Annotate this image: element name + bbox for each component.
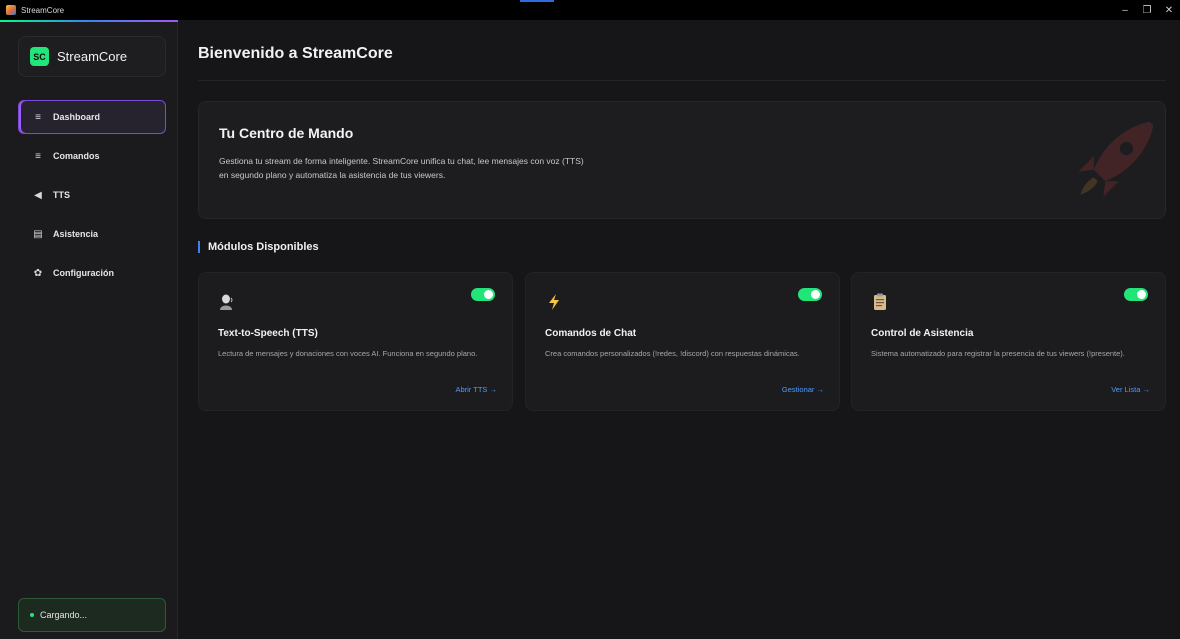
sidebar-nav: ≡ Dashboard ≡ Comandos ◀ TTS ▤ Asistenci…	[18, 100, 166, 295]
list-icon: ≡	[35, 150, 41, 162]
sidebar-item-dashboard[interactable]: ≡ Dashboard	[18, 100, 166, 134]
page-title: Bienvenido a StreamCore	[198, 45, 393, 62]
sidebar-item-label: Dashboard	[53, 112, 101, 122]
brand: SC StreamCore	[18, 36, 166, 77]
sidebar-item-configuracion[interactable]: ✿ Configuración	[18, 256, 166, 290]
module-card-asistencia: Control de Asistencia Sistema automatiza…	[851, 272, 1166, 411]
lightning-icon	[549, 294, 559, 310]
window-controls: – ❐ ✕	[1114, 0, 1180, 20]
sidebar-gradient-line	[0, 20, 178, 22]
manage-commands-link[interactable]: Gestionar →	[782, 385, 824, 394]
window-titlebar: StreamCore – ❐ ✕	[0, 0, 1180, 20]
view-list-link[interactable]: Ver Lista →	[1111, 385, 1150, 394]
tts-toggle[interactable]	[471, 288, 495, 301]
close-button[interactable]: ✕	[1158, 0, 1180, 20]
maximize-button[interactable]: ❐	[1136, 0, 1158, 20]
sidebar-item-label: Comandos	[53, 151, 100, 161]
hero-card: Tu Centro de Mando Gestiona tu stream de…	[198, 101, 1166, 219]
app-icon	[6, 5, 16, 15]
card-description: Lectura de mensajes y donaciones con voc…	[218, 349, 478, 358]
card-title: Comandos de Chat	[545, 328, 637, 339]
status-text: Cargando...	[40, 610, 88, 620]
sidebar-item-label: Asistencia	[53, 229, 99, 239]
hero-description: Gestiona tu stream de forma inteligente.…	[219, 156, 584, 180]
comandos-toggle[interactable]	[798, 288, 822, 301]
module-card-tts: Text-to-Speech (TTS) Lectura de mensajes…	[198, 272, 513, 411]
sidebar: SC StreamCore ≡ Dashboard ≡ Comandos ◀ T…	[0, 20, 178, 639]
minimize-button[interactable]: –	[1114, 0, 1136, 20]
module-card-comandos: Comandos de Chat Crea comandos personali…	[525, 272, 840, 411]
card-title: Control de Asistencia	[871, 328, 974, 339]
card-description: Crea comandos personalizados (!redes, !d…	[545, 349, 800, 358]
rocket-icon	[1078, 121, 1154, 197]
sidebar-item-label: Configuración	[53, 268, 114, 278]
card-title: Text-to-Speech (TTS)	[218, 328, 318, 339]
status-badge: Cargando...	[18, 598, 166, 632]
sidebar-item-asistencia[interactable]: ▤ Asistencia	[18, 217, 166, 251]
window-title: StreamCore	[21, 5, 65, 15]
brand-logo: SC	[30, 47, 49, 66]
titlebar-accent	[520, 0, 554, 2]
person-speaking-icon	[220, 294, 233, 310]
sidebar-item-tts[interactable]: ◀ TTS	[18, 178, 166, 212]
clipboard-icon: ▤	[33, 228, 43, 240]
brand-name: StreamCore	[57, 49, 128, 64]
main-content: Bienvenido a StreamCore Tu Centro de Man…	[178, 20, 1180, 639]
sidebar-item-label: TTS	[53, 190, 70, 200]
card-description: Sistema automatizado para registrar la p…	[871, 349, 1125, 358]
header-divider	[198, 80, 1166, 81]
sidebar-item-comandos[interactable]: ≡ Comandos	[18, 139, 166, 173]
hero-title: Tu Centro de Mando	[219, 125, 354, 141]
gear-icon: ✿	[33, 267, 43, 279]
open-tts-link[interactable]: Abrir TTS →	[455, 385, 497, 394]
asistencia-toggle[interactable]	[1124, 288, 1148, 301]
section-title: Módulos Disponibles	[198, 241, 319, 253]
speaker-icon: ◀	[34, 189, 42, 201]
menu-icon: ≡	[35, 111, 41, 123]
clipboard-icon	[874, 293, 886, 310]
status-dot-icon	[30, 613, 34, 617]
